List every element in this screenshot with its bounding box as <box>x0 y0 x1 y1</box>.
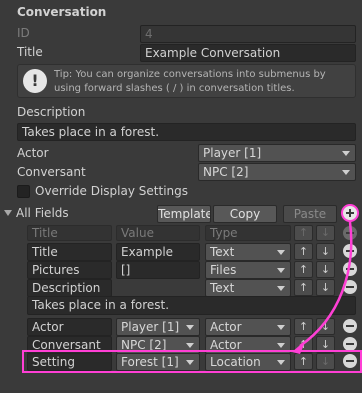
annotation-arrow <box>292 221 353 354</box>
